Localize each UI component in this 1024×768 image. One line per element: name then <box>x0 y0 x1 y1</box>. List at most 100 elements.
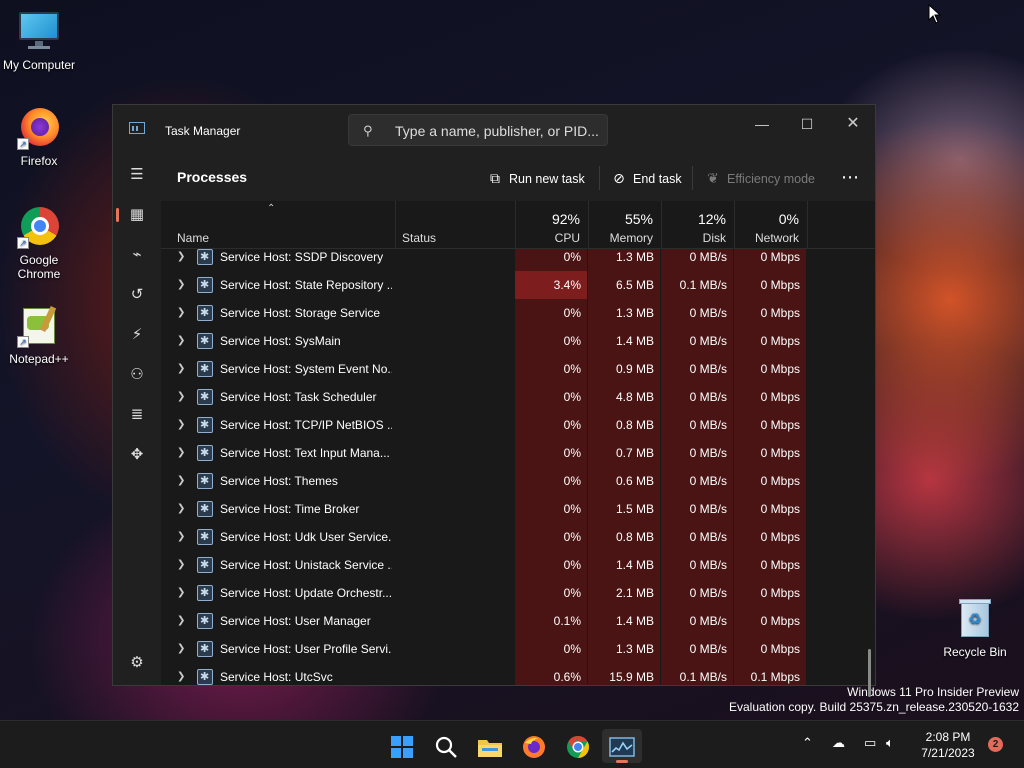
chrome-icon <box>567 736 589 759</box>
maximize-button[interactable]: ☐ <box>784 109 830 139</box>
taskbar-search-button[interactable] <box>426 729 466 763</box>
cpu-total-percent: 92% <box>551 211 580 227</box>
table-row[interactable]: ❯ Service Host: Text Input Mana... 0%0.7 M… <box>161 439 875 467</box>
disk-value: 0 MB/s <box>661 299 733 327</box>
run-task-icon: ⧉ <box>490 170 500 186</box>
cpu-value: 0% <box>515 579 587 607</box>
taskbar-chrome[interactable] <box>558 729 598 763</box>
expand-chevron-icon[interactable]: ❯ <box>177 411 189 439</box>
column-header-memory[interactable]: 55% Memory <box>588 201 661 249</box>
service-host-icon <box>197 529 213 545</box>
clock[interactable]: 2:08 PM 7/21/2023 <box>912 729 984 761</box>
run-new-task-button[interactable]: ⧉ Run new task <box>485 166 585 190</box>
expand-chevron-icon[interactable]: ❯ <box>177 579 189 607</box>
table-row[interactable]: ❯ Service Host: Udk User Service... 0%0.8 … <box>161 523 875 551</box>
table-row[interactable]: ❯ Service Host: SysMain 0%1.4 MB0 MB/s0 Mb… <box>161 327 875 355</box>
memory-value: 0.8 MB <box>588 523 660 551</box>
table-row[interactable]: ❯ Service Host: Time Broker 0%1.5 MB0 MB/s… <box>161 495 875 523</box>
expand-chevron-icon[interactable]: ❯ <box>177 299 189 327</box>
nav-processes-icon[interactable]: ▦ <box>116 199 155 231</box>
toolbar-divider <box>692 166 693 190</box>
network-value: 0 Mbps <box>734 411 806 439</box>
memory-value: 1.5 MB <box>588 495 660 523</box>
desktop-icon-notepadpp[interactable]: ↗ Notepad++ <box>1 304 77 366</box>
more-options-button[interactable]: ⋯ <box>841 166 859 190</box>
table-row[interactable]: ❯Service Host: SSDP Discovery0%1.3 MB0 M… <box>161 249 875 271</box>
expand-chevron-icon[interactable]: ❯ <box>177 495 189 523</box>
taskbar-file-explorer[interactable] <box>470 729 510 763</box>
taskbar-task-manager[interactable] <box>602 729 642 763</box>
toolbar: Processes ⧉ Run new task ⊘ End task ❦ Effic… <box>161 155 875 201</box>
cpu-value: 0% <box>515 299 587 327</box>
expand-chevron-icon[interactable]: ❯ <box>177 383 189 411</box>
table-row[interactable]: ❯ Service Host: TCP/IP NetBIOS ... 0%0.8 M… <box>161 411 875 439</box>
table-row[interactable]: ❯ Service Host: Themes 0%0.6 MB0 MB/s0 Mbp… <box>161 467 875 495</box>
memory-value: 1.4 MB <box>588 607 660 635</box>
search-box[interactable]: ⚲ <box>348 114 608 146</box>
expand-chevron-icon[interactable]: ❯ <box>177 635 189 663</box>
desktop-icon-recycle-bin[interactable]: ♻ Recycle Bin <box>937 597 1013 659</box>
column-header-disk[interactable]: 12% Disk <box>661 201 734 249</box>
search-input[interactable] <box>395 121 600 141</box>
end-task-button[interactable]: ⊘ End task <box>609 166 682 190</box>
task-manager-icon <box>609 737 635 757</box>
expand-chevron-icon[interactable]: ❯ <box>177 607 189 635</box>
disk-value: 0 MB/s <box>661 411 733 439</box>
minimize-button[interactable]: — <box>739 109 785 139</box>
cpu-value: 0% <box>515 249 587 271</box>
table-row[interactable]: ❯ Service Host: Unistack Service ... 0%1.4… <box>161 551 875 579</box>
expand-chevron-icon[interactable]: ❯ <box>177 327 189 355</box>
nav-services-icon[interactable]: ✥ <box>119 439 155 471</box>
expand-chevron-icon[interactable]: ❯ <box>177 355 189 383</box>
table-row[interactable]: ❯Service Host: Storage Service0%1.3 MB0 … <box>161 299 875 327</box>
show-hidden-icons-chevron-icon[interactable]: ⌃ <box>802 735 813 751</box>
vertical-scrollbar[interactable] <box>868 649 871 697</box>
expand-chevron-icon[interactable]: ❯ <box>177 467 189 495</box>
column-header-status[interactable]: Status <box>395 201 515 249</box>
network-icon[interactable]: ▭ <box>864 735 876 751</box>
nav-details-icon[interactable]: ≣ <box>119 399 155 431</box>
memory-value: 15.9 MB <box>588 663 660 685</box>
expand-chevron-icon[interactable]: ❯ <box>177 271 189 299</box>
process-name: Service Host: SysMain <box>220 334 341 348</box>
table-row[interactable]: ❯ Service Host: State Repository ... 3.4%6… <box>161 271 875 299</box>
hamburger-menu-icon[interactable]: ☰ <box>119 159 155 191</box>
close-button[interactable]: ✕ <box>830 109 876 139</box>
nav-users-icon[interactable]: ⚇ <box>119 359 155 391</box>
nav-settings-gear-icon[interactable]: ⚙ <box>119 647 155 679</box>
task-manager-window[interactable]: Task Manager ⚲ — ☐ ✕ ☰ ▦ ⌁ ↺ ⚡ ⚇ ≣ ✥ ⚙ P… <box>112 104 876 697</box>
taskbar-firefox[interactable] <box>514 729 554 763</box>
desktop-icon-google-chrome[interactable]: ↗ Google Chrome <box>1 205 77 281</box>
expand-chevron-icon[interactable]: ❯ <box>177 551 189 579</box>
table-row[interactable]: ❯Service Host: Task Scheduler0%4.8 MB0 M… <box>161 383 875 411</box>
expand-chevron-icon[interactable]: ❯ <box>177 249 189 271</box>
table-row[interactable]: ❯ Service Host: UtcSvc 0.6%15.9 MB0.1 MB/s… <box>161 663 875 685</box>
table-row[interactable]: ❯ Service Host: System Event No... 0%0.9 M… <box>161 355 875 383</box>
table-row[interactable]: ❯Service Host: User Manager0.1%1.4 MB0 M… <box>161 607 875 635</box>
expand-chevron-icon[interactable]: ❯ <box>177 523 189 551</box>
desktop-icon-firefox[interactable]: ↗ Firefox <box>1 106 77 168</box>
start-button[interactable] <box>382 729 422 763</box>
table-row[interactable]: ❯ Service Host: User Profile Servi... 0%1.… <box>161 635 875 663</box>
efficiency-mode-button[interactable]: ❦ Efficiency mode <box>703 166 815 190</box>
onedrive-offline-icon[interactable]: ☁ <box>832 735 845 751</box>
column-header-cpu[interactable]: 92% CPU <box>515 201 588 249</box>
nav-startup-apps-icon[interactable]: ⚡ <box>119 319 155 351</box>
expand-chevron-icon[interactable]: ❯ <box>177 439 189 467</box>
notification-badge[interactable]: 2 <box>988 737 1003 752</box>
process-name: Service Host: Udk User Service... <box>220 530 392 544</box>
table-row[interactable]: ❯ Service Host: Update Orchestr... 0%2.1 M… <box>161 579 875 607</box>
network-value: 0 Mbps <box>734 327 806 355</box>
processes-panel: Processes ⧉ Run new task ⊘ End task ❦ Effic… <box>161 155 875 697</box>
column-header-spacer <box>807 201 875 249</box>
column-header-name[interactable]: ⌃ Name <box>161 201 395 249</box>
volume-icon[interactable]: 🔈︎ <box>886 735 894 751</box>
watermark-build: Evaluation copy. Build 25375.zn_release.… <box>729 700 1019 714</box>
nav-app-history-icon[interactable]: ↺ <box>119 279 155 311</box>
column-header-network[interactable]: 0% Network <box>734 201 807 249</box>
desktop-icon-my-computer[interactable]: My Computer <box>1 10 77 72</box>
title-bar[interactable]: Task Manager ⚲ — ☐ ✕ <box>113 105 875 155</box>
nav-performance-icon[interactable]: ⌁ <box>119 239 155 271</box>
network-value: 0 Mbps <box>734 383 806 411</box>
expand-chevron-icon[interactable]: ❯ <box>177 663 189 685</box>
